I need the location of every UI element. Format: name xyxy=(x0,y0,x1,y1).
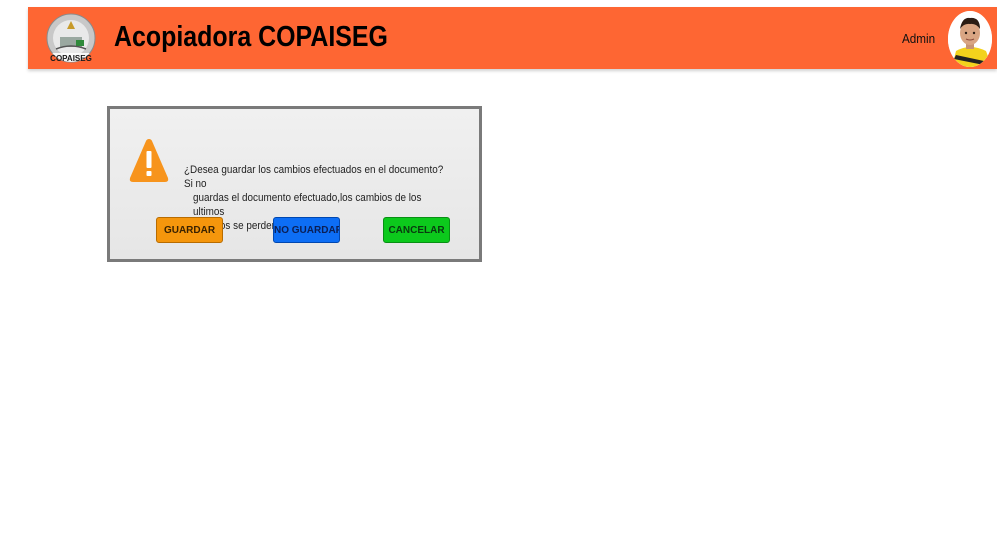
warning-icon xyxy=(128,136,170,186)
save-button[interactable]: GUARDAR xyxy=(156,217,223,243)
company-logo[interactable]: COPAISEG xyxy=(46,7,96,69)
app-header: COPAISEG Acopiadora COPAISEG Admin xyxy=(28,7,997,69)
save-changes-dialog: ¿Desea guardar los cambios efectuados en… xyxy=(107,106,482,262)
cancel-button[interactable]: CANCELAR xyxy=(383,217,450,243)
user-name[interactable]: Admin xyxy=(902,31,935,46)
logo-text: COPAISEG xyxy=(50,54,92,63)
avatar[interactable] xyxy=(948,11,992,67)
message-line-2: guardas el documento efectuado,los cambi… xyxy=(193,192,422,218)
message-line-1: ¿Desea guardar los cambios efectuados en… xyxy=(184,164,444,190)
dont-save-button[interactable]: NO GUARDAR xyxy=(273,217,340,243)
page-title: Acopiadora COPAISEG xyxy=(114,21,388,53)
